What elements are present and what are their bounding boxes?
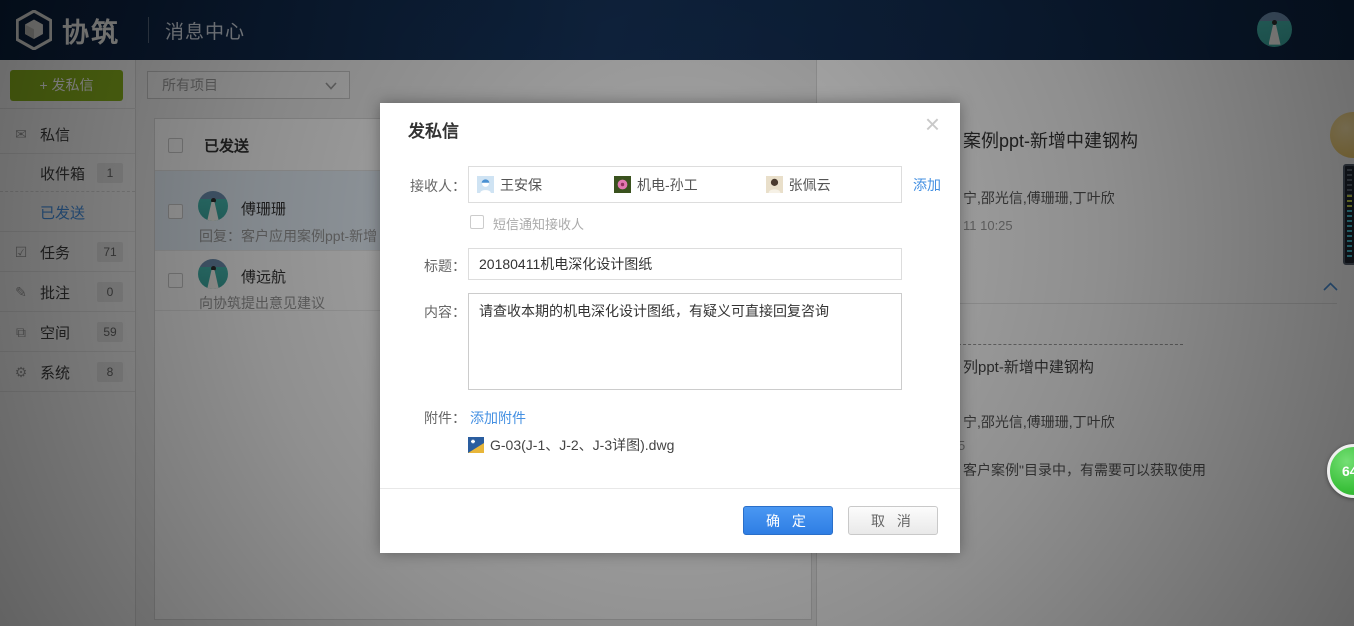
modal-title: 发私信 — [408, 117, 459, 142]
recipient-chip[interactable]: 张佩云 — [766, 175, 831, 195]
recipient-name: 王安保 — [500, 175, 542, 195]
recipient-chip[interactable]: 机电-孙工 — [614, 175, 698, 195]
compose-message-modal: 发私信 × 接收人： 王安保 机电-孙工 — [380, 103, 960, 553]
confirm-button[interactable]: 确 定 — [743, 506, 833, 535]
recipient-name: 张佩云 — [789, 175, 831, 195]
app-root: 协筑 消息中心 + 发私信 ✉ 私信 收件箱 1 已发送 ☑ 任务 71 — [0, 0, 1354, 626]
recipients-label: 接收人： — [406, 176, 466, 196]
worker-avatar-icon — [477, 176, 494, 193]
attachment-name: G-03(J-1、J-2、J-3详图).dwg — [490, 435, 674, 455]
recipient-chip[interactable]: 王安保 — [477, 175, 542, 195]
sms-notify-checkbox[interactable] — [470, 215, 484, 229]
recipients-field[interactable]: 王安保 机电-孙工 张佩云 — [468, 166, 902, 203]
modal-footer: 确 定 取 消 — [380, 488, 960, 553]
subject-input[interactable] — [468, 248, 902, 280]
content-textarea[interactable]: 请查收本期的机电深化设计图纸，有疑义可直接回复咨询 — [468, 293, 902, 390]
cancel-button[interactable]: 取 消 — [848, 506, 938, 535]
content-label: 内容： — [406, 302, 466, 322]
sms-notify-label: 短信通知接收人 — [493, 214, 584, 233]
dwg-file-icon — [468, 437, 484, 453]
subject-label: 标题： — [406, 256, 466, 276]
attachment-label: 附件： — [406, 408, 466, 428]
close-icon[interactable]: × — [925, 111, 940, 137]
add-attachment-link[interactable]: 添加附件 — [470, 408, 526, 428]
recipient-name: 机电-孙工 — [637, 175, 698, 195]
attachment-item[interactable]: G-03(J-1、J-2、J-3详图).dwg — [468, 435, 674, 455]
person-avatar-icon — [766, 176, 783, 193]
flower-avatar-icon — [614, 176, 631, 193]
add-recipient-link[interactable]: 添加 — [913, 175, 941, 195]
